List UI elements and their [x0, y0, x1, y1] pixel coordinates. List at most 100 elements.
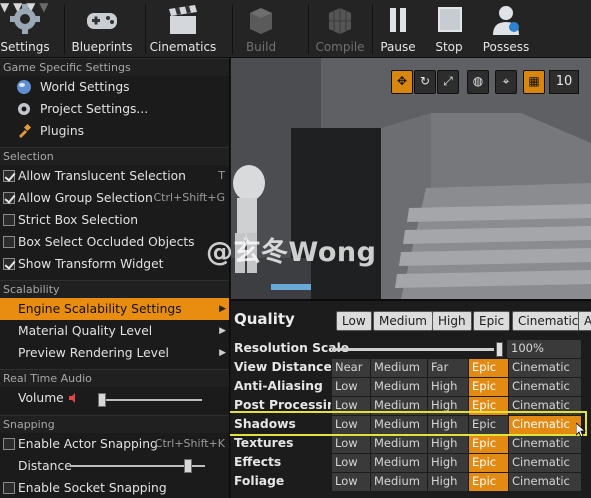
section-game-specific: Game Specific Settings [0, 58, 229, 76]
scale-mode-button[interactable]: ⤢ [437, 70, 459, 94]
quality-row-label: Textures [234, 436, 294, 450]
quality-option-cell[interactable]: Epic [468, 359, 508, 377]
submenu-arrow-icon: ▶ [219, 326, 226, 336]
menu-item-engine-scalability-settings[interactable]: Engine Scalability Settings ▶ [0, 298, 229, 320]
checkbox[interactable] [3, 258, 15, 270]
menu-item-world-settings[interactable]: World Settings [0, 76, 229, 98]
quality-option-cell[interactable]: Epic [468, 378, 508, 396]
quality-option-cell[interactable]: Cinematic [508, 454, 581, 472]
quality-option-cell[interactable]: Medium [370, 378, 427, 396]
preset-medium-button[interactable]: Medium [373, 311, 433, 331]
resolution-scale-track[interactable] [332, 348, 494, 351]
possess-button[interactable]: Possess [478, 0, 534, 58]
quality-row-label: View Distance [234, 360, 332, 374]
build-blocks-icon [250, 8, 272, 34]
resolution-scale-slider[interactable] [496, 342, 503, 357]
menu-item-label: Allow Group Selection [18, 191, 153, 205]
quality-option-cell[interactable]: Low [331, 435, 370, 453]
section-selection: Selection [0, 147, 229, 165]
grid-snap-value[interactable]: 10 [549, 70, 579, 94]
shortcut: T [218, 169, 225, 182]
menu-item-label: Enable Socket Snapping [18, 481, 167, 495]
quality-option-cell[interactable]: Cinematic [508, 378, 581, 396]
menu-item-material-quality-level[interactable]: Material Quality Level ▶ [0, 320, 229, 342]
preset-auto-button[interactable]: A [578, 311, 591, 331]
preset-high-button[interactable]: High [432, 311, 472, 331]
quality-option-cell[interactable]: Near [331, 359, 370, 377]
quality-option-cell[interactable]: Epic [468, 435, 508, 453]
menu-item-project-settings[interactable]: Project Settings... [0, 98, 229, 120]
quality-option-cell[interactable]: High [427, 378, 468, 396]
quality-option-cell[interactable]: High [427, 435, 468, 453]
quality-option-cell[interactable]: Epic [468, 473, 508, 491]
quality-option-cell[interactable]: Epic [468, 454, 508, 472]
volume-slider-track[interactable] [98, 399, 202, 401]
checkbox[interactable] [3, 438, 15, 450]
quality-option-cell[interactable]: Low [331, 378, 370, 396]
globe-icon: ◍ [472, 74, 484, 88]
toolbar-separator [232, 4, 233, 54]
quality-option-cell[interactable]: Medium [370, 359, 427, 377]
quality-option-cell[interactable]: Medium [370, 473, 427, 491]
quality-option-cell[interactable]: High [427, 454, 468, 472]
menu-item-box-select-occluded[interactable]: Box Select Occluded Objects [0, 231, 229, 253]
stop-icon [438, 7, 462, 32]
rotate-mode-button[interactable]: ↻ [414, 70, 436, 94]
preset-epic-button[interactable]: Epic [473, 311, 511, 331]
checkbox[interactable] [3, 214, 15, 226]
speaker-muted-icon[interactable] [69, 393, 79, 403]
submenu-arrow-icon: ▶ [219, 304, 226, 314]
menu-item-allow-group-selection[interactable]: Allow Group Selection Ctrl+Shift+G [0, 187, 229, 209]
build-button[interactable]: Build [236, 0, 286, 58]
quality-option-cell[interactable]: Cinematic [508, 473, 581, 491]
toolbar-separator [64, 4, 65, 54]
quality-option-cell[interactable]: Medium [370, 454, 427, 472]
menu-item-show-transform-widget[interactable]: Show Transform Widget [0, 253, 229, 275]
quality-option-cell[interactable]: Low [331, 454, 370, 472]
checkbox[interactable] [3, 170, 15, 182]
translate-mode-button[interactable]: ✥ [391, 70, 413, 94]
move-arrows-icon: ✥ [396, 74, 408, 88]
menu-item-label: Show Transform Widget [18, 257, 164, 271]
distance-slider-thumb[interactable] [184, 459, 193, 473]
checkbox[interactable] [3, 236, 15, 248]
menu-item-label: Engine Scalability Settings [18, 302, 182, 316]
menu-item-label: Box Select Occluded Objects [18, 235, 195, 249]
quality-option-cell[interactable]: Medium [370, 435, 427, 453]
quality-option-cell[interactable]: Cinematic [508, 359, 581, 377]
grid-snap-button[interactable]: ▦ [523, 70, 545, 94]
blueprints-button[interactable]: Blueprints [68, 0, 136, 58]
quality-option-cell[interactable]: High [427, 473, 468, 491]
quality-option-cell[interactable]: Cinematic [508, 435, 581, 453]
resolution-scale-value[interactable]: 100% [507, 340, 581, 358]
surface-snapping-button[interactable]: ⌖ [495, 70, 517, 94]
quality-option-cell[interactable]: Low [331, 473, 370, 491]
gear-icon [10, 4, 40, 34]
settings-dropdown-menu: Game Specific Settings World Settings Pr… [0, 58, 230, 498]
checkbox[interactable] [3, 192, 15, 204]
volume-slider-thumb[interactable] [98, 393, 106, 407]
cinematics-button[interactable]: Cinematics [148, 0, 218, 58]
settings-button[interactable]: Settings [0, 0, 50, 58]
menu-item-plugins[interactable]: Plugins [0, 120, 229, 142]
menu-item-strict-box-selection[interactable]: Strict Box Selection [0, 209, 229, 231]
checkbox[interactable] [3, 482, 15, 494]
preset-cinematic-button[interactable]: Cinematic [512, 311, 585, 331]
menu-item-enable-actor-snapping[interactable]: Enable Actor Snapping Ctrl+Shift+K [0, 433, 229, 455]
resolution-scale-row: Resolution Scale 100% [231, 340, 591, 359]
menu-item-preview-rendering-level[interactable]: Preview Rendering Level ▶ [0, 342, 229, 364]
compile-button[interactable]: Compile [312, 0, 368, 58]
preset-low-button[interactable]: Low [336, 311, 372, 331]
stop-button[interactable]: Stop [425, 0, 473, 58]
pause-button[interactable]: Pause [375, 0, 421, 58]
cinematics-label: Cinematics [149, 40, 217, 54]
watermark-text: @玄冬Wong [206, 237, 377, 268]
settings-label: Settings [0, 40, 50, 54]
quality-option-cell[interactable]: Far [427, 359, 468, 377]
menu-item-enable-socket-snapping[interactable]: Enable Socket Snapping [0, 477, 229, 498]
world-local-toggle[interactable]: ◍ [467, 70, 489, 94]
menu-item-allow-translucent-selection[interactable]: Allow Translucent Selection T [0, 165, 229, 187]
plug-icon [19, 123, 32, 138]
section-real-time-audio: Real Time Audio [0, 369, 229, 387]
menu-item-label: Preview Rendering Level [18, 346, 169, 360]
